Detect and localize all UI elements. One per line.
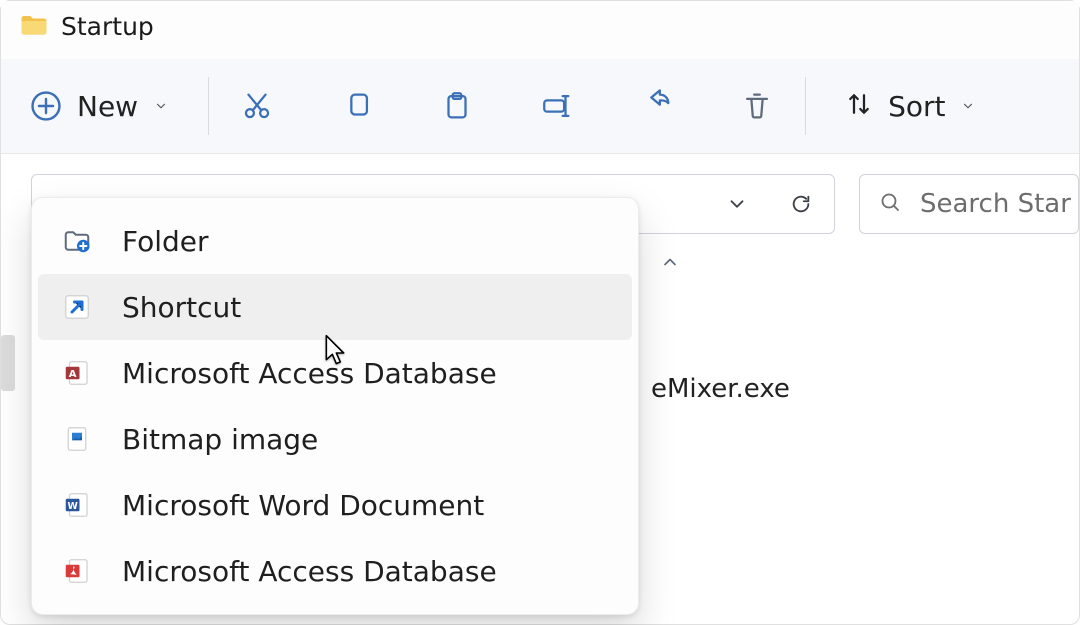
caret-up-icon[interactable]: [660, 252, 680, 276]
sort-button-label: Sort: [888, 90, 945, 123]
new-menu: Folder Shortcut A Microsoft Access Datab…: [31, 197, 639, 615]
toolbar-divider: [805, 77, 806, 135]
menu-item-access-2[interactable]: Microsoft Access Database: [38, 538, 632, 604]
menu-item-word[interactable]: W Microsoft Word Document: [38, 472, 632, 538]
word-icon: W: [60, 488, 94, 522]
paste-icon[interactable]: [437, 86, 477, 126]
history-chevron-icon[interactable]: [724, 191, 750, 217]
refresh-icon[interactable]: [788, 191, 814, 217]
chevron-down-icon: [152, 97, 170, 115]
sort-button[interactable]: Sort: [834, 81, 987, 131]
rename-icon[interactable]: [537, 86, 577, 126]
titlebar: Startup: [1, 1, 1079, 59]
menu-item-label: Microsoft Word Document: [122, 489, 484, 522]
folder-icon: [19, 11, 49, 41]
copy-icon[interactable]: [337, 86, 377, 126]
nav-scrollbar[interactable]: [1, 335, 15, 391]
toolbar-divider: [208, 77, 209, 135]
new-button-label: New: [77, 90, 138, 123]
new-button[interactable]: New: [19, 81, 180, 131]
menu-item-shortcut[interactable]: Shortcut: [38, 274, 632, 340]
search-placeholder: Search Star: [920, 189, 1071, 219]
file-name-fragment[interactable]: eMixer.exe: [651, 374, 790, 404]
menu-item-label: Microsoft Access Database: [122, 555, 497, 588]
menu-item-bitmap[interactable]: Bitmap image: [38, 406, 632, 472]
search-icon: [878, 190, 902, 218]
share-icon[interactable]: [637, 86, 677, 126]
shortcut-icon: [60, 290, 94, 324]
svg-text:W: W: [67, 501, 78, 512]
cut-icon[interactable]: [237, 86, 277, 126]
search-box[interactable]: Search Star: [859, 174, 1079, 234]
window-title: Startup: [61, 12, 154, 41]
chevron-down-icon: [959, 97, 977, 115]
svg-text:A: A: [69, 369, 77, 380]
toolbar-icons: [237, 86, 777, 126]
sort-icon: [844, 89, 874, 123]
bitmap-icon: [60, 422, 94, 456]
pdf-icon: [60, 554, 94, 588]
menu-item-label: Microsoft Access Database: [122, 357, 497, 390]
access-icon: A: [60, 356, 94, 390]
menu-item-access[interactable]: A Microsoft Access Database: [38, 340, 632, 406]
menu-item-label: Folder: [122, 225, 209, 258]
menu-item-label: Shortcut: [122, 291, 241, 324]
plus-circle-icon: [29, 89, 63, 123]
menu-item-folder[interactable]: Folder: [38, 208, 632, 274]
menu-item-label: Bitmap image: [122, 423, 318, 456]
delete-icon[interactable]: [737, 86, 777, 126]
toolbar: New Sort: [1, 59, 1079, 154]
folder-plus-icon: [60, 224, 94, 258]
